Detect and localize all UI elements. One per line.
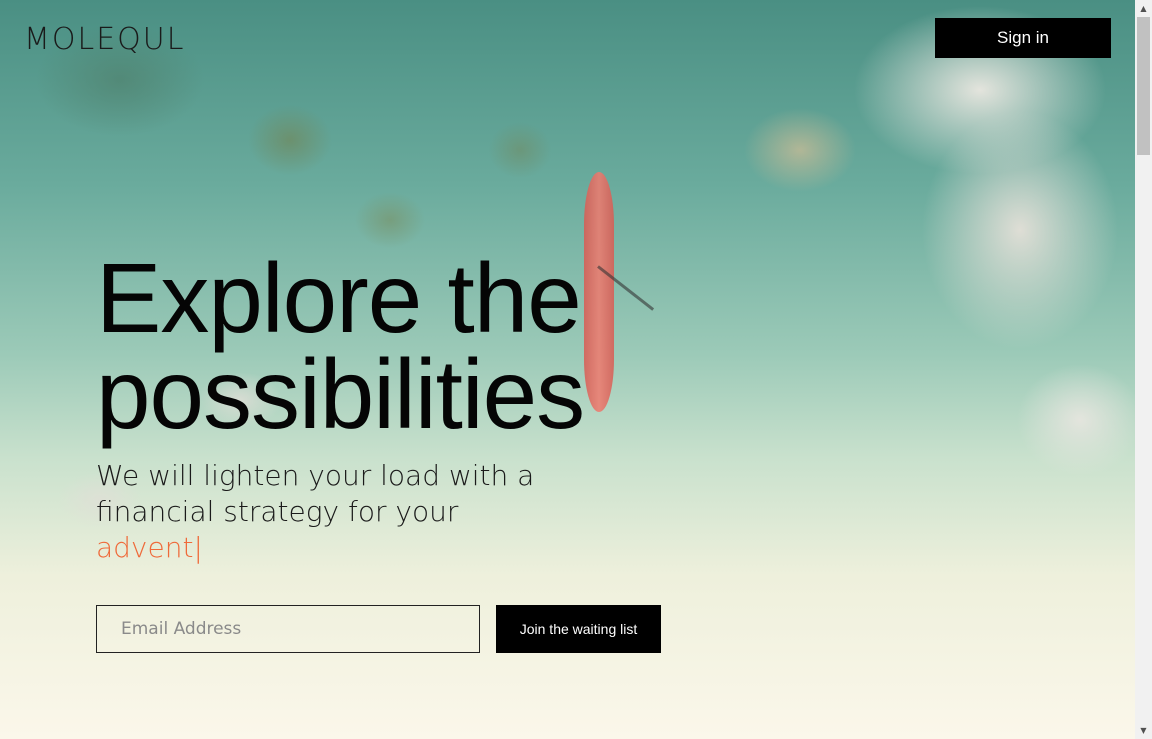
join-waiting-list-button[interactable]: Join the waiting list (496, 605, 661, 653)
email-input[interactable] (96, 605, 480, 653)
hero-headline: Explore the possibilities (96, 243, 585, 449)
page-scrollbar[interactable]: ▲ ▼ (1135, 0, 1152, 739)
scroll-up-icon[interactable]: ▲ (1135, 0, 1152, 17)
subhead-line-1: We will lighten your load with a (96, 459, 535, 492)
hero-section: MOLEQUL Sign in Explore the possibilitie… (0, 0, 1135, 739)
scroll-thumb[interactable] (1137, 17, 1150, 155)
hero-subheadline: We will lighten your load with a financi… (96, 458, 616, 566)
typing-word: advent| (96, 531, 203, 564)
kayak-image (584, 172, 614, 412)
headline-line-2: possibilities (96, 339, 585, 449)
logo[interactable]: MOLEQUL (24, 22, 185, 57)
scroll-down-icon[interactable]: ▼ (1135, 722, 1152, 739)
subhead-line-2: financial strategy for your (96, 495, 459, 528)
sign-in-button[interactable]: Sign in (935, 18, 1111, 58)
headline-line-1: Explore the (96, 243, 582, 353)
